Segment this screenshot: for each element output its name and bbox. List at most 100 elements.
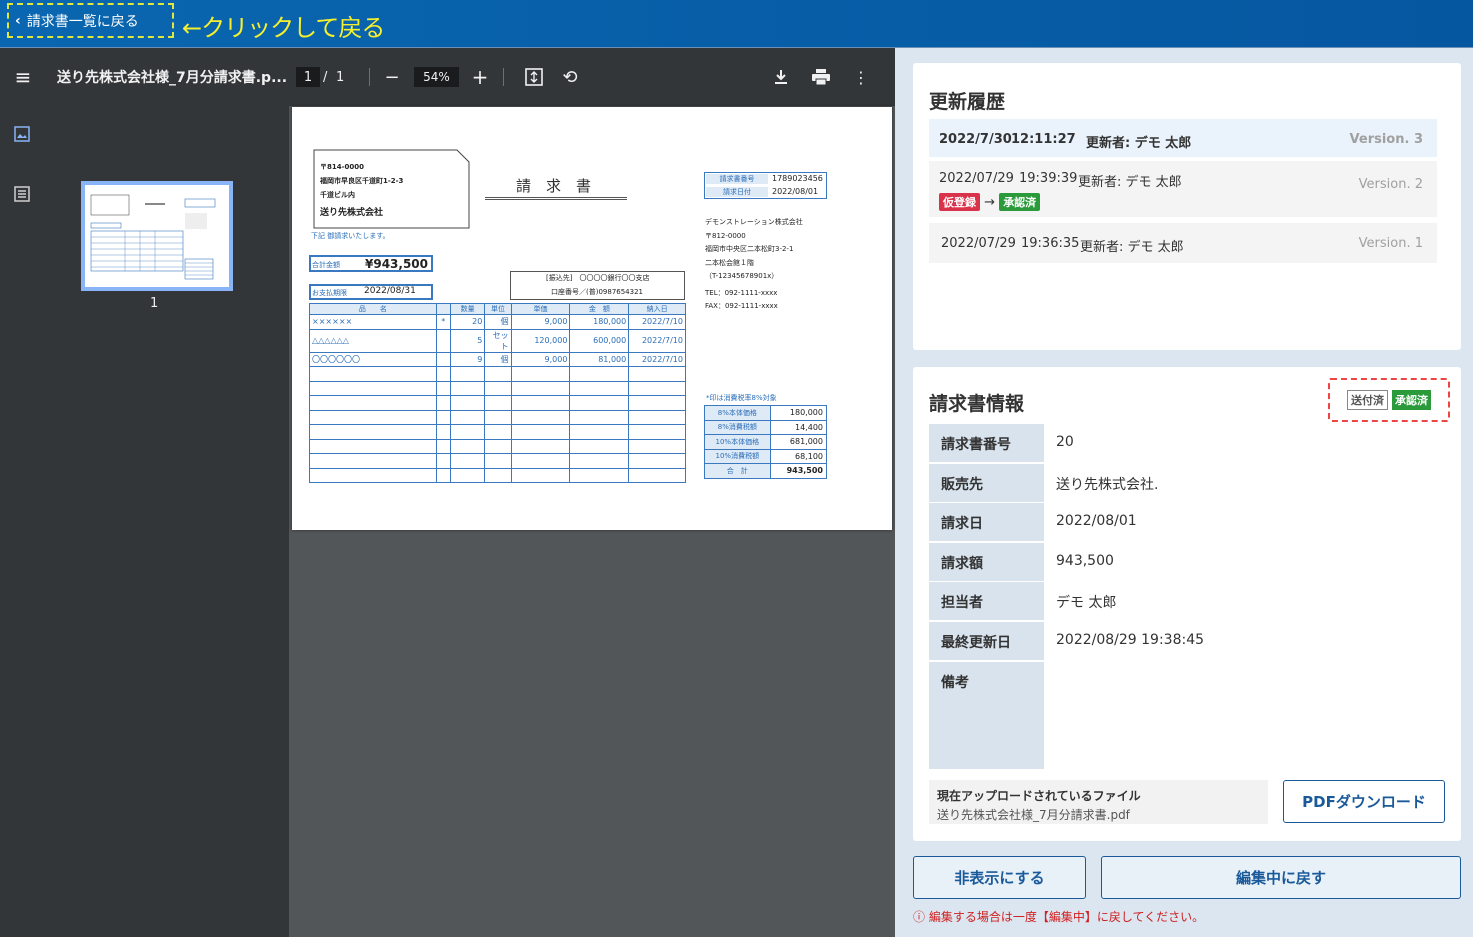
table-cell: 9,000 [510,351,571,367]
table-cell [435,328,451,353]
pdf-toolbar: ≡ 送り先株式会社様_7月分請求書.p... 1 / 1 − 54% + ⟲ ⋮ [0,48,895,106]
status-badges: 送付済 承認済 [1328,378,1450,422]
history-item[interactable]: 2022/07/29 19:36:35 更新者: デモ 太郎 Version. … [929,223,1437,263]
info-row: 請求額 943,500 [929,542,1437,581]
invoice-info-card: 請求書情報 送付済 承認済 請求書番号 20 販売先 送り先株式会社. 請求日 2022/… [913,367,1461,841]
print-icon[interactable] [811,48,831,106]
table-cell: 〇〇〇〇〇〇 [309,351,437,367]
page-thumbnail[interactable] [81,181,233,291]
invoice-note: 下記 御請求いたします。 [311,232,390,240]
history-time: 12:11:27 [1011,132,1076,147]
rotate-icon[interactable]: ⟲ [560,48,580,106]
page-input[interactable]: 1 [296,67,320,87]
column-header: 金 額 [569,303,630,315]
thumbnail-page-number: 1 [150,296,159,311]
column-header: 納入日 [628,303,686,315]
history-date: 2022/07/29 [941,236,1016,251]
table-cell: △△△△△△ [309,328,437,353]
info-row: 最終更新日 2022/08/29 19:38:45 [929,622,1437,660]
table-cell: 5 [449,328,486,353]
back-to-list-button[interactable]: ‹ 請求書一覧に戻る [7,3,174,38]
table-row [309,366,686,382]
history-editor: 更新者: デモ 太郎 [1086,136,1192,151]
table-cell: 9 [449,351,486,367]
info-row: 担当者 デモ 太郎 [929,582,1437,621]
info-value: 943,500 [1056,552,1114,569]
invoice-no-value: 1789023456 [772,174,823,183]
history-version: Version. 2 [1358,177,1423,192]
table-cell: 81,000 [569,351,630,367]
pdf-download-button[interactable]: PDFダウンロード [1283,780,1445,823]
hide-button[interactable]: 非表示にする [913,856,1086,899]
address-line-1: 福岡市早良区千道町1-2-3 [320,177,404,185]
table-row: 〇〇〇〇〇〇 9 個 9,000 81,000 2022/7/10 [309,351,686,367]
column-header [435,303,451,315]
table-cell: 個 [484,351,512,367]
issuer-line: （T-12345678901x） [705,272,779,280]
totals-row: 合 計 943,500 [704,463,828,479]
fit-page-icon[interactable] [524,48,544,106]
totals-label: 10%消費税額 [704,448,771,464]
column-header: 単価 [510,303,571,315]
history-version: Version. 3 [1349,132,1423,147]
zoom-input[interactable]: 54% [414,67,459,87]
history-time: 19:36:35 [1021,236,1080,251]
totals-label: 合 計 [704,463,771,479]
info-row: 請求書番号 20 [929,424,1437,462]
page-total: 1 [336,69,345,85]
zoom-in-icon[interactable]: + [472,48,489,106]
issuer-line: TEL：092-1111-xxxx [705,288,778,297]
history-item[interactable]: 2022/7/30 12:11:27 更新者: デモ 太郎 Version. 3 [929,119,1437,157]
history-title: 更新履歴 [929,91,1006,113]
totals-table: 8%本体価格 180,000 8%消費税額 14,400 10%本体価格 681,000 1… [704,405,828,479]
totals-value: 180,000 [769,405,828,421]
more-icon[interactable]: ⋮ [853,48,869,106]
download-icon[interactable] [772,48,790,106]
bank-line-2: 口座番号／(普)0987654321 [551,288,643,296]
invoice-date-value: 2022/08/01 [772,187,819,196]
zoom-out-icon[interactable]: − [384,48,400,106]
totals-row: 8%本体価格 180,000 [704,405,828,421]
thumbnail-sidebar: 1 [0,106,289,937]
totals-value: 943,500 [769,463,828,479]
issuer-line: 福岡市中央区二本松町3-2-1 [705,245,794,253]
table-cell: 2022/7/10 [628,328,686,353]
info-label: 最終更新日 [929,622,1044,660]
table-cell: 2022/7/10 [628,314,686,330]
file-name: 送り先株式会社様_7月分請求書.p... [57,70,288,86]
history-item[interactable]: 2022/07/29 19:39:39 更新者: デモ 太郎 Version. … [929,161,1437,217]
totals-label: 10%本体価格 [704,434,771,450]
edit-notice: ⓘ 編集する場合は一度【編集中】に戻してください。 [913,910,1205,924]
outline-view-icon[interactable] [14,186,32,204]
table-row [309,453,686,469]
due-value: 2022/08/31 [364,286,416,296]
info-label: 販売先 [929,463,1044,502]
thumbnail-view-icon[interactable] [14,126,32,144]
info-title: 請求書情報 [929,393,1025,415]
sent-badge: 送付済 [1347,390,1388,410]
bank-line-1: [振込先] 〇〇〇〇銀行〇〇支店 [546,274,650,282]
page-sep: / [323,69,328,85]
total-value: ¥943,500 [365,257,429,271]
table-row [309,424,686,440]
revert-to-editing-button[interactable]: 編集中に戻す [1101,856,1461,899]
approved-badge: 承認済 [1392,390,1431,410]
issuer-line: 〒812-0000 [705,231,746,240]
table-row [309,438,686,454]
history-date: 2022/07/29 [939,171,1014,186]
column-header: 品 名 [309,303,437,315]
info-label: 担当者 [929,582,1044,621]
totals-value: 14,400 [769,419,828,435]
issuer-line: デモンストレーション株式会社 [705,218,803,226]
info-label: 請求書番号 [929,424,1044,462]
issuer-line: FAX：092-1111-xxxx [705,302,778,310]
column-header: 数量 [449,303,486,315]
table-cell: 9,000 [510,314,571,330]
table-row [309,409,686,425]
totals-row: 10%本体価格 681,000 [704,434,828,450]
table-row: ×××××× * 20 個 9,000 180,000 2022/7/10 [309,314,686,330]
uploaded-file-box: 現在アップロードされているファイル 送り先株式会社様_7月分請求書.pdf [929,780,1268,824]
menu-icon[interactable]: ≡ [12,48,34,106]
file-name-value: 送り先株式会社様_7月分請求書.pdf [937,808,1130,822]
info-value: 2022/08/29 19:38:45 [1056,632,1205,648]
